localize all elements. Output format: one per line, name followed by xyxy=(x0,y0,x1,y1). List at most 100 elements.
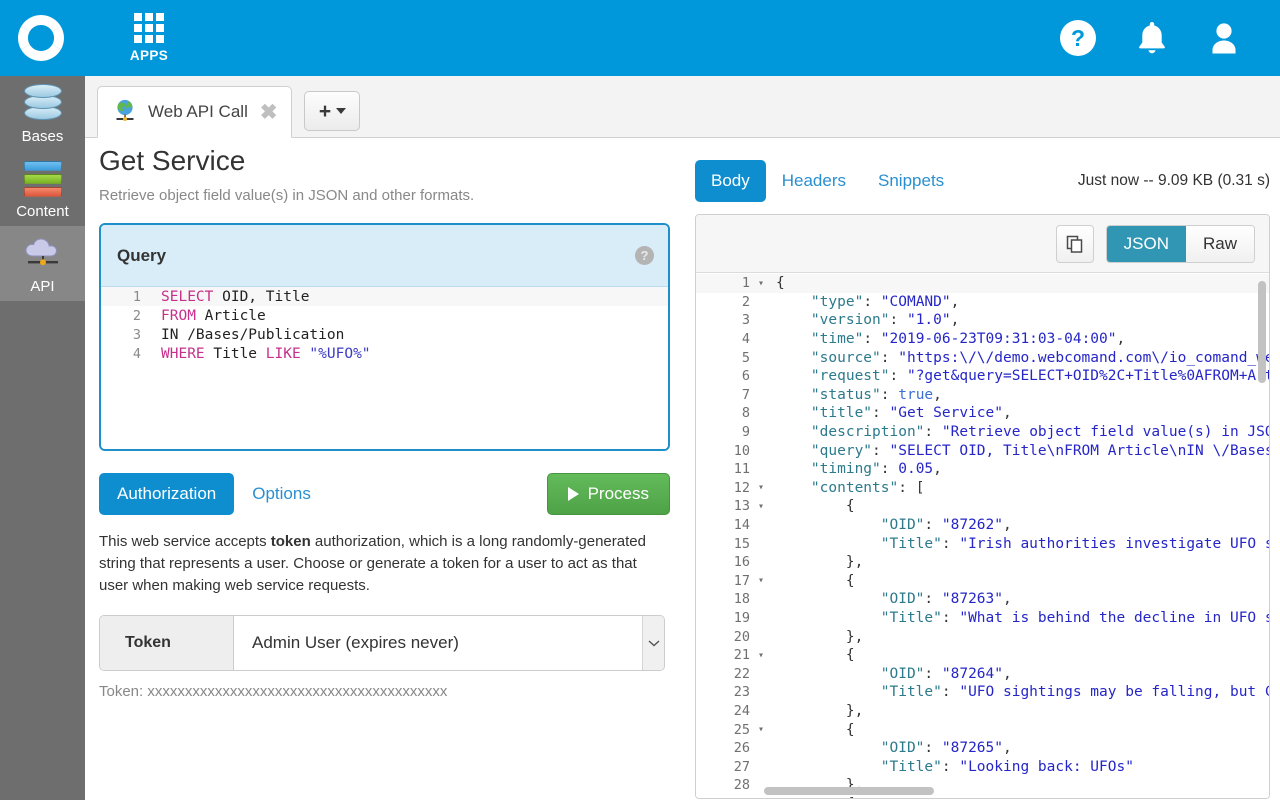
query-code-line: 3IN /Bases/Publication xyxy=(101,325,668,344)
query-code-line: 2FROM Article xyxy=(101,306,668,325)
json-line-text: "query": "SELECT OID, Title\nFROM Articl… xyxy=(768,443,1269,459)
apps-button[interactable]: APPS xyxy=(114,7,184,69)
json-line: 3 "version": "1.0", xyxy=(696,311,1269,330)
token-label: Token xyxy=(100,616,234,670)
help-circle-icon[interactable]: ? xyxy=(635,246,654,265)
json-line: 19 "Title": "What is behind the decline … xyxy=(696,609,1269,628)
fold-toggle-icon[interactable]: ▾ xyxy=(754,650,768,661)
format-raw-button[interactable]: Raw xyxy=(1186,226,1254,262)
svg-text:?: ? xyxy=(1071,25,1085,51)
tab-strip: Web API Call ✖ + xyxy=(85,76,1280,138)
tab-headers[interactable]: Headers xyxy=(766,160,862,202)
page-title: Get Service xyxy=(99,145,699,177)
response-body-box: JSON Raw 1▾{2 "type": "COMAND",3 "versio… xyxy=(695,214,1270,799)
fold-toggle-icon[interactable]: ▾ xyxy=(754,575,768,586)
line-number: 1 xyxy=(101,289,153,305)
line-number: 22 xyxy=(696,666,754,682)
query-code-text: WHERE Title LIKE "%UFO%" xyxy=(153,346,371,362)
fold-toggle-icon[interactable]: ▾ xyxy=(754,278,768,289)
json-line: 4 "time": "2019-06-23T09:31:03-04:00", xyxy=(696,330,1269,349)
json-line: 14 "OID": "87262", xyxy=(696,516,1269,535)
line-number: 16 xyxy=(696,554,754,570)
line-number: 2 xyxy=(696,294,754,310)
json-vertical-scrollbar[interactable] xyxy=(1258,281,1266,383)
tab-authorization[interactable]: Authorization xyxy=(99,473,234,515)
cloud-api-icon xyxy=(20,234,66,274)
sidebar-item-label: Content xyxy=(16,204,69,219)
json-line-text: { xyxy=(768,573,855,589)
chevron-down-icon[interactable] xyxy=(642,616,664,670)
query-code-editor[interactable]: 1SELECT OID, Title2FROM Article3IN /Base… xyxy=(101,287,668,451)
process-button-label: Process xyxy=(588,484,649,504)
json-line-text: "description": "Retrieve object field va… xyxy=(768,424,1269,440)
line-number: 18 xyxy=(696,591,754,607)
user-avatar-icon[interactable] xyxy=(1206,19,1242,57)
json-line-text: }, xyxy=(768,554,863,570)
plus-icon: + xyxy=(319,101,331,122)
tab-snippets[interactable]: Snippets xyxy=(862,160,960,202)
json-line-text: "contents": [ xyxy=(768,480,924,496)
top-header-actions: ? xyxy=(1058,18,1242,58)
line-number: 4 xyxy=(101,346,153,362)
new-tab-button[interactable]: + xyxy=(304,91,360,131)
process-button[interactable]: Process xyxy=(547,473,670,515)
json-line: 1▾{ xyxy=(696,274,1269,293)
token-select-value: Admin User (expires never) xyxy=(252,633,459,653)
sidebar-item-api[interactable]: API xyxy=(0,226,85,301)
json-line: 25▾ { xyxy=(696,720,1269,739)
request-pane: Get Service Retrieve object field value(… xyxy=(99,138,699,800)
json-line: 11 "timing": 0.05, xyxy=(696,460,1269,479)
format-json-button[interactable]: JSON xyxy=(1107,226,1186,262)
json-response-viewer[interactable]: 1▾{2 "type": "COMAND",3 "version": "1.0"… xyxy=(696,274,1269,798)
json-line: 22 "OID": "87264", xyxy=(696,664,1269,683)
line-number: 19 xyxy=(696,610,754,626)
json-horizontal-scrollbar[interactable] xyxy=(764,787,934,795)
json-line-text: { xyxy=(768,647,855,663)
json-line-text: "Title": "Looking back: UFOs" xyxy=(768,759,1134,775)
response-tabs: Body Headers Snippets Just now -- 9.09 K… xyxy=(695,158,1280,204)
top-header-bar: APPS ? xyxy=(0,0,1280,76)
webcomand-logo-icon[interactable] xyxy=(14,11,68,65)
fold-toggle-icon[interactable]: ▾ xyxy=(754,724,768,735)
sidebar-item-content[interactable]: Content xyxy=(0,151,85,226)
line-number: 20 xyxy=(696,629,754,645)
fold-toggle-icon[interactable]: ▾ xyxy=(754,501,768,512)
line-number: 17 xyxy=(696,573,754,589)
tab-options[interactable]: Options xyxy=(252,484,311,504)
json-line: 6 "request": "?get&query=SELECT+OID%2C+T… xyxy=(696,367,1269,386)
line-number: 11 xyxy=(696,461,754,477)
query-panel-header: Query ? xyxy=(101,225,668,287)
line-number: 15 xyxy=(696,536,754,552)
query-code-line: 1SELECT OID, Title xyxy=(101,287,668,306)
copy-icon[interactable] xyxy=(1056,225,1094,263)
auth-description-part1: This web service accepts xyxy=(99,533,271,550)
json-line: 10 "query": "SELECT OID, Title\nFROM Art… xyxy=(696,441,1269,460)
json-line: 7 "status": true, xyxy=(696,386,1269,405)
json-line-text: { xyxy=(768,796,855,798)
json-line: 23 "Title": "UFO sightings may be fallin… xyxy=(696,683,1269,702)
sidebar-item-bases[interactable]: Bases xyxy=(0,76,85,151)
token-hint: Token: xxxxxxxxxxxxxxxxxxxxxxxxxxxxxxxxx… xyxy=(99,683,699,700)
fold-toggle-icon[interactable]: ▾ xyxy=(754,482,768,493)
json-line-text: "timing": 0.05, xyxy=(768,461,942,477)
line-number: 23 xyxy=(696,684,754,700)
line-number: 14 xyxy=(696,517,754,533)
json-line-text: "type": "COMAND", xyxy=(768,294,959,310)
auth-description: This web service accepts token authoriza… xyxy=(99,531,665,597)
json-line-text: }, xyxy=(768,629,863,645)
query-code-text: SELECT OID, Title xyxy=(153,289,309,305)
token-select[interactable]: Admin User (expires never) xyxy=(234,616,664,670)
line-number: 26 xyxy=(696,740,754,756)
close-icon[interactable]: ✖ xyxy=(260,102,278,123)
chevron-down-icon xyxy=(336,108,346,114)
response-meta: Just now -- 9.09 KB (0.31 s) xyxy=(1078,172,1270,190)
help-circle-icon[interactable]: ? xyxy=(1058,18,1098,58)
tab-body[interactable]: Body xyxy=(695,160,766,202)
json-line-text: "source": "https:\/\/demo.webcomand.com\… xyxy=(768,350,1269,366)
sidebar-item-label: Bases xyxy=(22,129,64,144)
line-number: 4 xyxy=(696,331,754,347)
token-field-row: Token Admin User (expires never) xyxy=(99,615,665,671)
bell-icon[interactable] xyxy=(1134,19,1170,57)
tab-web-api-call[interactable]: Web API Call ✖ xyxy=(97,86,292,138)
json-line-text: "title": "Get Service", xyxy=(768,405,1012,421)
